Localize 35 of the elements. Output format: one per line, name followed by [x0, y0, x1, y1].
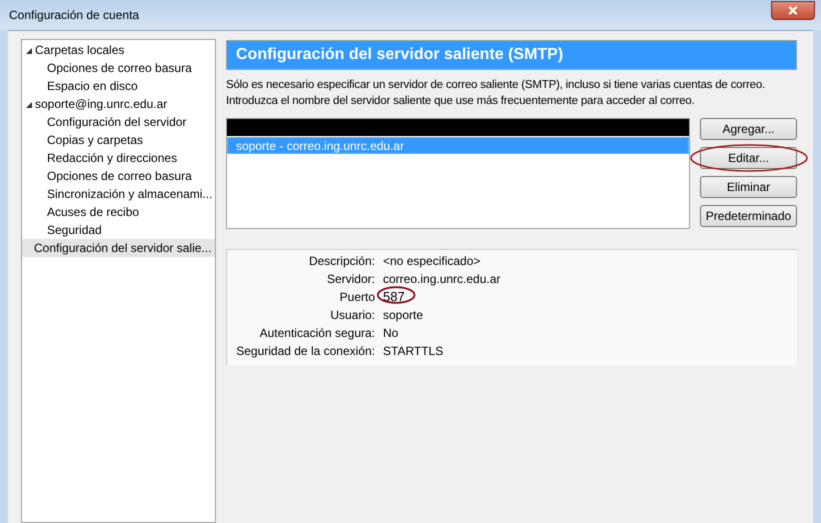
dialog-button[interactable]: Predeterminado [700, 205, 797, 227]
window-title: Configuración de cuenta [9, 7, 140, 24]
tree-item[interactable]: Espacio en disco [22, 77, 215, 95]
detail-label: Usuario: [329, 307, 375, 324]
tree-item[interactable]: Seguridad [22, 221, 215, 239]
detail-label: Autenticación segura: [258, 325, 375, 342]
detail-value: soporte [383, 308, 424, 322]
tree-item[interactable]: Redacción y direcciones [22, 149, 215, 167]
tree-item[interactable]: Carpetas locales [22, 41, 215, 59]
detail-value: correo.ing.unrc.edu.ar [383, 272, 500, 286]
tree-item[interactable]: Copias y carpetas [22, 131, 215, 149]
close-icon [788, 6, 798, 14]
detail-label: Seguridad de la conexión: [235, 343, 375, 360]
dialog-button[interactable]: Agregar... [700, 118, 797, 140]
detail-label: Servidor: [326, 271, 375, 288]
expanded-icon[interactable] [25, 46, 34, 54]
detail-value: STARTTLS [383, 344, 444, 358]
tree-item[interactable]: Configuración del servidor salie... [22, 239, 215, 257]
detail-label: Puerto [338, 289, 375, 306]
dialog-button[interactable]: Editar... [700, 147, 797, 169]
panel-header: Configuración del servidor saliente (SMTP) [226, 40, 797, 70]
dialog-button[interactable]: Eliminar [700, 176, 797, 198]
tree-item[interactable]: Acuses de recibo [22, 203, 215, 221]
tree-item[interactable]: Sincronización y almacenami... [22, 185, 215, 203]
close-button[interactable] [771, 0, 815, 20]
tree-item[interactable]: Opciones de correo basura [22, 59, 215, 77]
expanded-icon[interactable] [25, 100, 34, 108]
description-text: Sólo es necesario especificar un servidor de correo saliente (SMTP), incluso si tiene varias cuentas de correo. Introduzca el nombre del servidor saliente que use más frecuentemente para acceder al correo. [226, 78, 766, 109]
tree-item[interactable]: soporte@ing.unrc.edu.ar [22, 95, 215, 113]
detail-value: <no especificado> [383, 254, 480, 268]
detail-value: 587 [383, 289, 405, 304]
tree-item[interactable]: Configuración del servidor [22, 113, 215, 131]
tree-item[interactable]: Opciones de correo basura [22, 167, 215, 185]
detail-label: Descripción: [308, 253, 375, 270]
detail-value: No [383, 326, 398, 340]
